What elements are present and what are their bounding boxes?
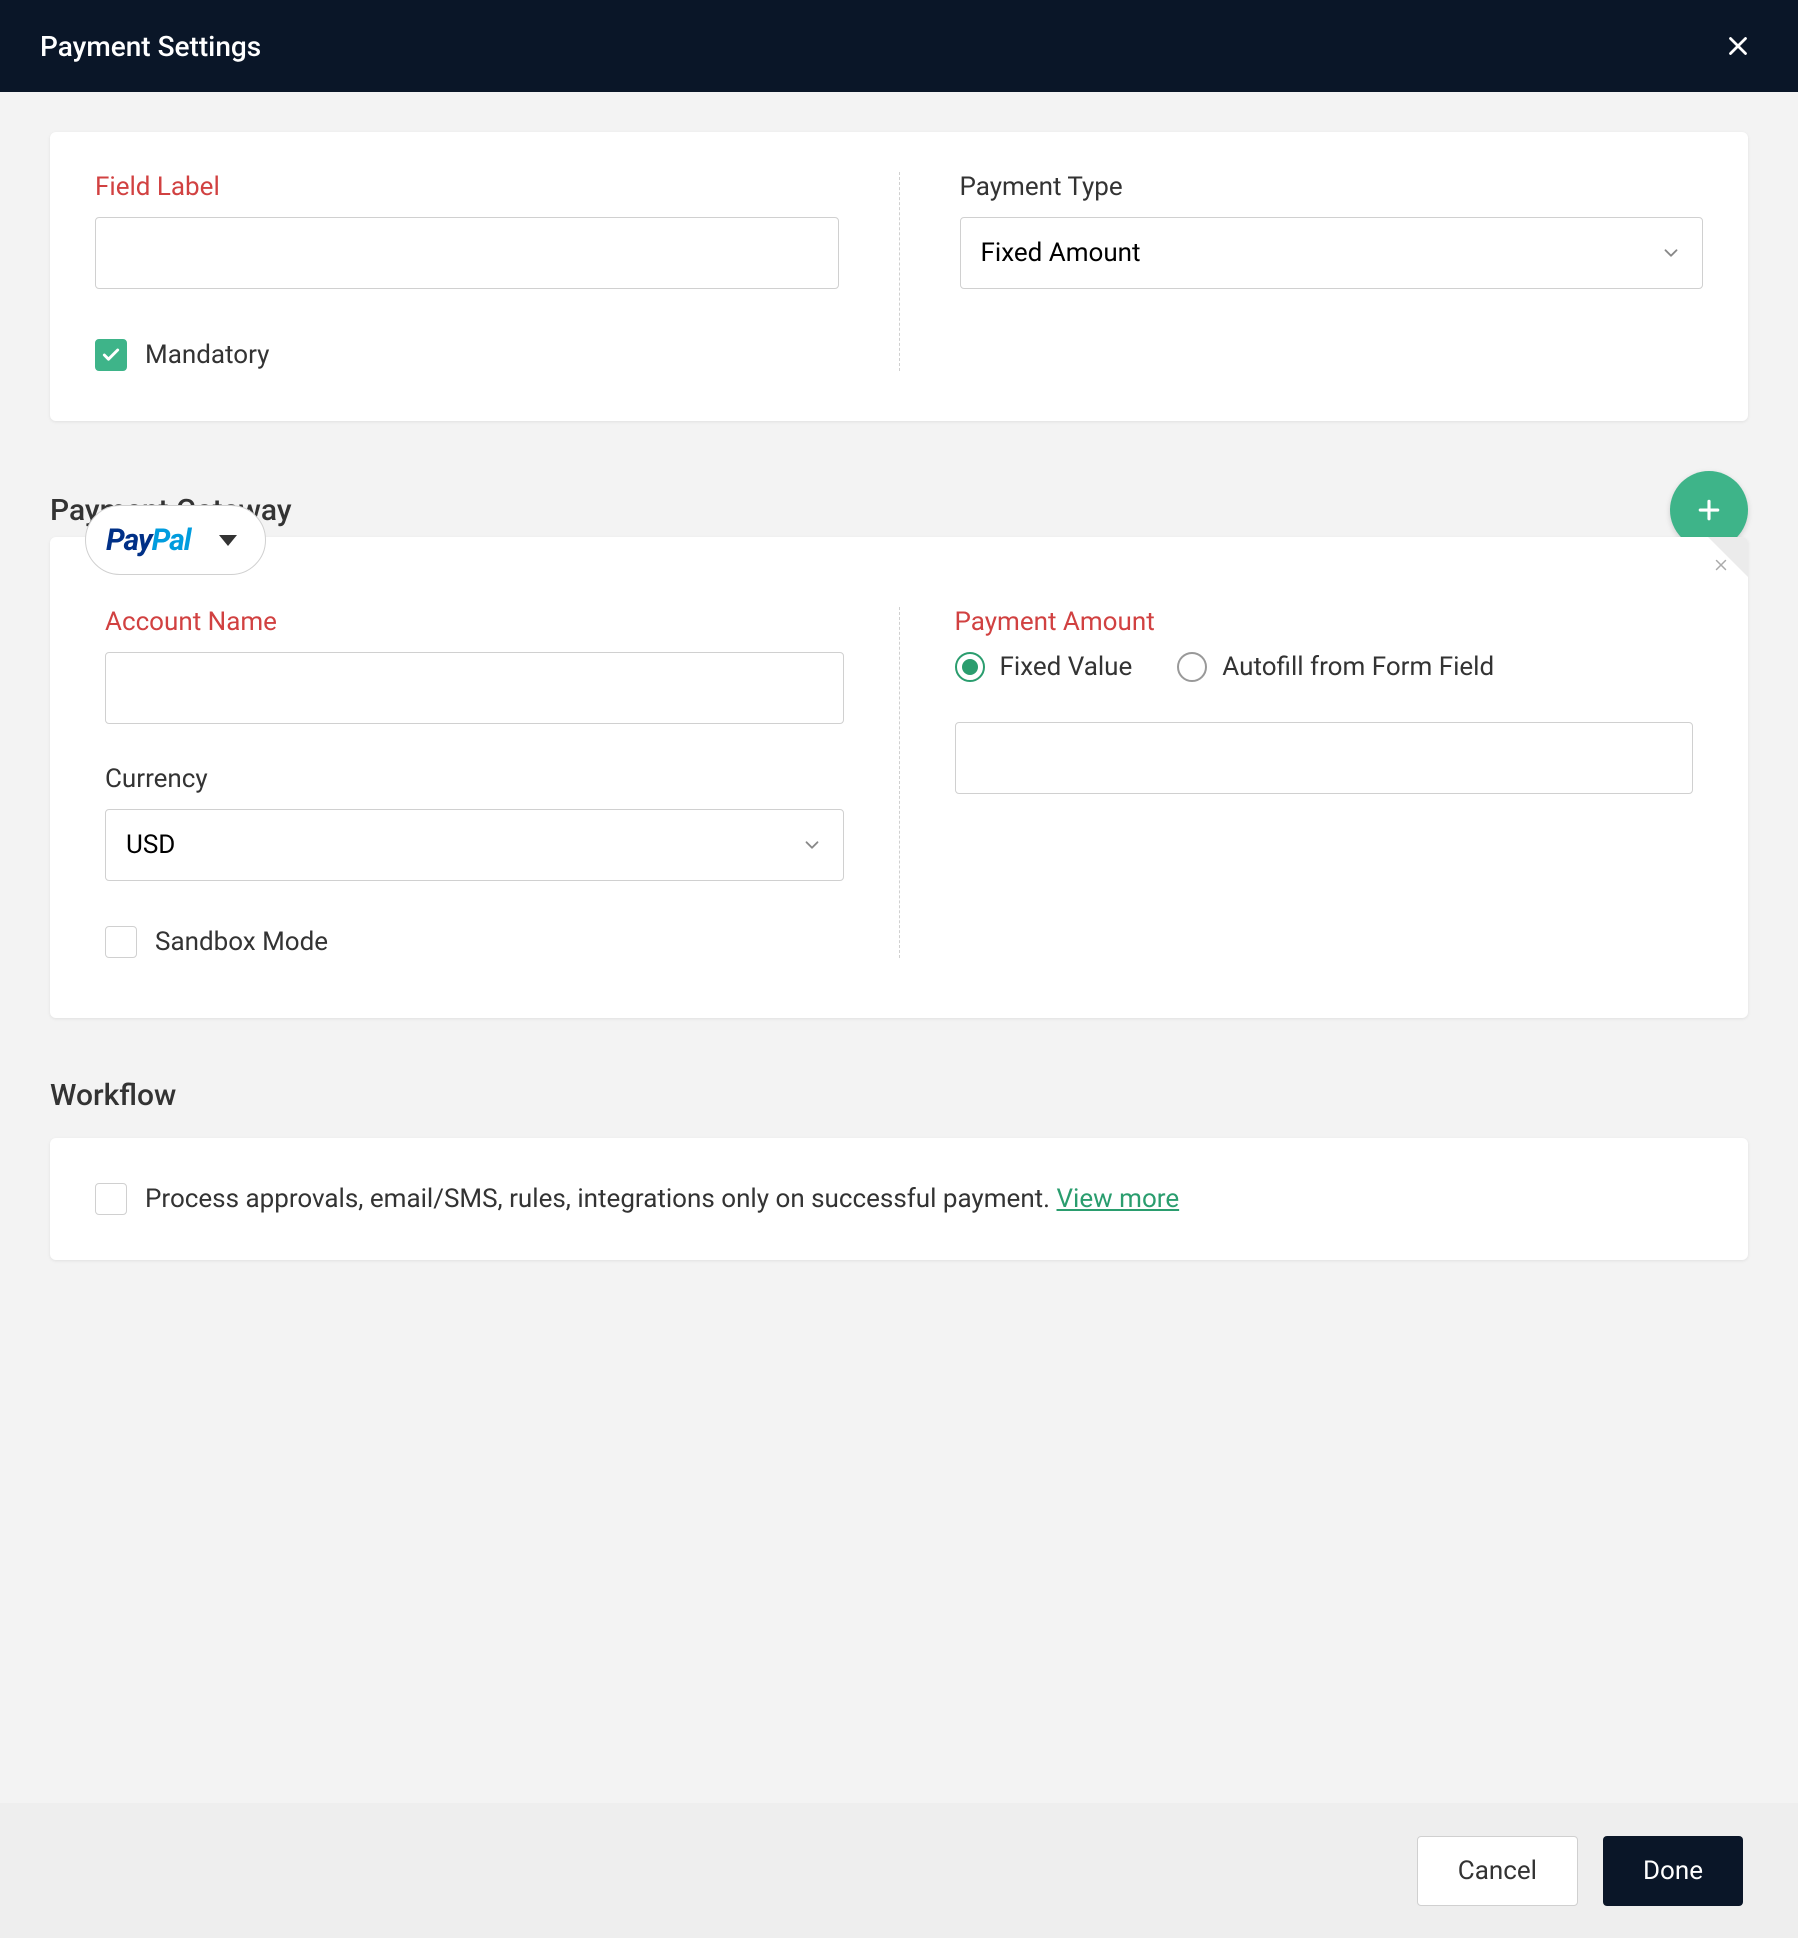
dialog-content: Field Label Mandatory Payment Type Fixed… [0,92,1798,1803]
currency-value: USD [126,830,175,860]
mandatory-label: Mandatory [145,340,269,370]
checkmark-icon [101,345,121,365]
gateway-card: PayPal Account Name Currency [50,537,1748,1018]
radio-fixed-value[interactable]: Fixed Value [955,652,1133,682]
radio-fixed-label: Fixed Value [1000,652,1133,682]
done-button[interactable]: Done [1603,1836,1743,1906]
gateway-remove-button[interactable] [1712,555,1730,580]
chevron-down-icon [1660,242,1682,264]
dialog-footer: Cancel Done [0,1803,1798,1938]
paypal-logo: PayPal [106,523,191,558]
sandbox-checkbox[interactable] [105,926,137,958]
payment-type-value: Fixed Amount [981,238,1141,268]
close-icon [1723,31,1753,61]
chevron-down-icon [801,834,823,856]
close-button[interactable] [1718,26,1758,66]
dialog-title: Payment Settings [40,30,261,63]
close-icon [1712,556,1730,574]
payment-type-label: Payment Type [960,172,1704,202]
payment-amount-input[interactable] [955,722,1694,794]
dialog-header: Payment Settings [0,0,1798,92]
sandbox-label: Sandbox Mode [155,927,328,957]
field-label-label: Field Label [95,172,839,202]
workflow-section-title: Workflow [50,1078,1748,1113]
workflow-checkbox[interactable] [95,1183,127,1215]
caret-down-icon [219,535,237,546]
workflow-card: Process approvals, email/SMS, rules, int… [50,1138,1748,1260]
field-settings-card: Field Label Mandatory Payment Type Fixed… [50,132,1748,421]
cancel-button[interactable]: Cancel [1417,1836,1578,1906]
payment-amount-label: Payment Amount [955,607,1694,637]
mandatory-checkbox[interactable] [95,339,127,371]
account-name-label: Account Name [105,607,844,637]
account-name-input[interactable] [105,652,844,724]
payment-type-select[interactable]: Fixed Amount [960,217,1704,289]
workflow-description: Process approvals, email/SMS, rules, int… [145,1184,1179,1214]
field-label-input[interactable] [95,217,839,289]
plus-icon [1694,495,1724,525]
workflow-section: Workflow Process approvals, email/SMS, r… [50,1078,1748,1260]
currency-select[interactable]: USD [105,809,844,881]
radio-autofill-label: Autofill from Form Field [1222,652,1494,682]
gateway-provider-select[interactable]: PayPal [85,505,266,575]
workflow-text-span: Process approvals, email/SMS, rules, int… [145,1184,1057,1214]
radio-autofill[interactable]: Autofill from Form Field [1177,652,1494,682]
view-more-link[interactable]: View more [1057,1184,1180,1214]
currency-label: Currency [105,764,844,794]
